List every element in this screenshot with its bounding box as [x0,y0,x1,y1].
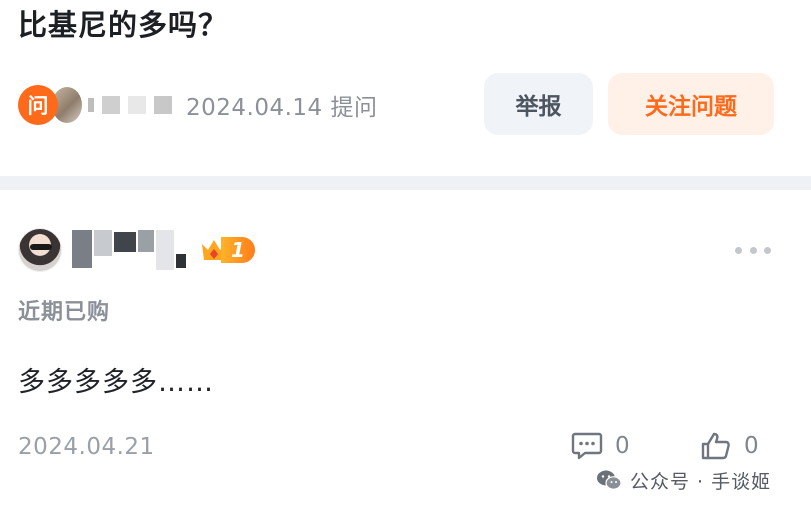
report-button[interactable]: 举报 [484,73,593,135]
answerer-name-redacted[interactable] [72,230,186,270]
more-options-icon[interactable] [735,245,771,255]
like-button[interactable]: 0 [700,431,759,461]
section-divider [0,176,811,190]
dot [749,246,757,254]
redaction-block [156,230,174,270]
wechat-icon [597,470,622,490]
ask-label: 提问 [330,95,378,121]
recent-purchase-tag: 近期已购 [18,300,111,325]
level-number: 1 [221,237,255,263]
dot [735,246,742,254]
asker-row: 问 2024.04.14 提问 [18,82,378,128]
comment-count: 0 [615,433,630,459]
dot [764,246,771,254]
answer-card: 1 近期已购 多多多多多…… 2024.04.21 0 0 公众号 · 手谈姬 [0,190,811,506]
sunglasses-graphic [30,244,52,250]
watermark: 公众号 · 手谈姬 [596,465,771,495]
follow-question-button[interactable]: 关注问题 [608,73,774,135]
avatar[interactable] [18,228,62,272]
thumbs-up-icon [701,432,730,460]
watermark-text: 公众号 · 手谈姬 [630,470,772,493]
redaction-block [88,98,94,112]
answer-text: 多多多多多…… [18,367,214,398]
comment-button[interactable]: 0 [571,431,630,461]
asker-name-redacted[interactable] [88,96,172,114]
question-card: 比基尼的多吗？ 问 2024.04.14 提问 举报 关注问题 [0,0,811,176]
ask-date: 2024.04.14 [186,95,323,121]
redaction-block [114,232,136,252]
redaction-block [138,230,154,252]
ask-meta: 2024.04.14 提问 [186,88,378,122]
redaction-block [72,230,92,268]
redaction-block [128,96,146,114]
question-title: 比基尼的多吗？ [18,8,229,42]
redaction-block [102,96,120,114]
answer-date: 2024.04.21 [18,434,155,460]
redaction-block [94,230,112,256]
level-badge: 1 [199,235,255,265]
comment-icon [571,432,603,460]
like-count: 0 [744,433,759,459]
redaction-block [154,96,172,114]
ask-badge: 问 [18,85,58,125]
redaction-block [176,254,186,268]
